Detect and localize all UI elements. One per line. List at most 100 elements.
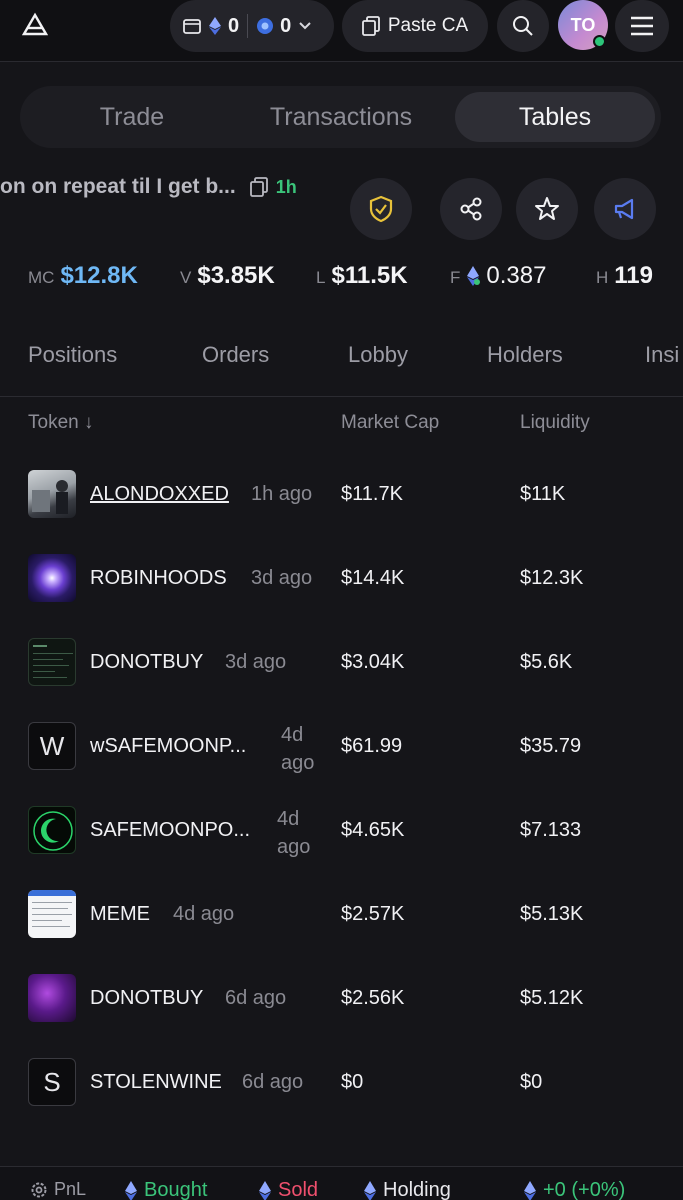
column-header-liquidity[interactable]: Liquidity bbox=[520, 412, 590, 434]
token-name[interactable]: ALONDOXXED bbox=[90, 483, 229, 506]
table-row[interactable]: SAFEMOONPO... 4d ago $4.65K $7.133 bbox=[0, 789, 683, 873]
table-subtabs: Positions Orders Lobby Holders Insi bbox=[0, 342, 683, 382]
stat-volume: V $3.85K bbox=[180, 262, 275, 290]
liquidity: $7.133 bbox=[520, 819, 582, 841]
token-name[interactable]: DONOTBUY bbox=[90, 987, 203, 1010]
token-age: 4d ago bbox=[173, 903, 235, 925]
market-cap: $11.7K bbox=[341, 483, 403, 505]
sold-stat: Sold bbox=[258, 1179, 318, 1200]
tab-trade[interactable]: Trade bbox=[26, 92, 238, 142]
token-age: 6d ago bbox=[242, 1071, 304, 1093]
stat-label: MC bbox=[28, 268, 55, 287]
liquidity: $12.3K bbox=[520, 567, 584, 589]
token-name[interactable]: MEME bbox=[90, 903, 150, 926]
holding-label: Holding bbox=[383, 1179, 451, 1200]
table-row[interactable]: ALONDOXXED 1h ago $11.7K $11K bbox=[0, 453, 683, 537]
stat-value: 119 bbox=[614, 262, 653, 289]
liquidity: $11K bbox=[520, 483, 566, 505]
logo-icon[interactable] bbox=[22, 12, 48, 38]
pnl-label: PnL bbox=[54, 1179, 87, 1199]
token-age: 4d ago bbox=[277, 808, 311, 858]
wallet-balance-button[interactable]: 0 0 bbox=[170, 0, 334, 52]
avatar[interactable]: TO bbox=[558, 0, 608, 50]
subtab-lobby[interactable]: Lobby bbox=[348, 342, 408, 368]
pnl-footer: PnL Bought Sold Holding +0 (+0%) bbox=[0, 1166, 683, 1200]
gear-icon bbox=[31, 1182, 47, 1197]
subtab-insiders[interactable]: Insi bbox=[645, 342, 679, 368]
pnl-value: +0 (+0%) bbox=[543, 1179, 626, 1200]
token-name[interactable]: STOLENWINE bbox=[90, 1071, 222, 1094]
paste-ca-button[interactable]: Paste CA bbox=[342, 0, 488, 52]
token-letter-avatar: S bbox=[28, 1058, 76, 1106]
token-title: on on repeat til I get b... bbox=[0, 175, 236, 198]
token-name[interactable]: SAFEMOONPO... bbox=[90, 819, 250, 842]
table-row[interactable]: W wSAFEMOONP... 4d ago $61.99 $35.79 bbox=[0, 705, 683, 789]
token-name[interactable]: ROBINHOODS bbox=[90, 567, 227, 590]
wallet-secondary-balance: 0 bbox=[280, 14, 292, 37]
holding-stat: Holding bbox=[363, 1179, 451, 1200]
divider bbox=[0, 396, 683, 397]
share-button[interactable] bbox=[440, 178, 502, 240]
copy-icon[interactable] bbox=[249, 177, 268, 197]
liquidity: $5.6K bbox=[520, 651, 573, 673]
promote-button[interactable] bbox=[594, 178, 656, 240]
tab-transactions[interactable]: Transactions bbox=[238, 92, 444, 142]
subtab-positions[interactable]: Positions bbox=[28, 342, 117, 368]
token-name[interactable]: wSAFEMOONP... bbox=[90, 735, 246, 758]
table-row[interactable]: DONOTBUY 6d ago $2.56K $5.12K bbox=[0, 957, 683, 1041]
market-cap: $2.57K bbox=[341, 903, 405, 925]
security-button[interactable] bbox=[350, 178, 412, 240]
liquidity: $35.79 bbox=[520, 735, 582, 757]
wallet-icon bbox=[183, 19, 201, 34]
menu-button[interactable] bbox=[615, 0, 669, 52]
column-header-market-cap[interactable]: Market Cap bbox=[341, 412, 439, 434]
token-thumbnail bbox=[28, 806, 76, 854]
eth-icon bbox=[467, 266, 481, 286]
eth-icon bbox=[209, 17, 221, 35]
table-row[interactable]: MEME 4d ago $2.57K $5.13K bbox=[0, 873, 683, 957]
token-name[interactable]: DONOTBUY bbox=[90, 651, 203, 674]
main-tabs: Trade Transactions Tables bbox=[20, 86, 661, 148]
pnl-settings[interactable]: PnL bbox=[30, 1179, 86, 1200]
table-header: Token ↓ Market Cap Liquidity bbox=[0, 412, 683, 442]
megaphone-icon bbox=[614, 198, 634, 220]
stat-market-cap: MC $12.8K bbox=[28, 262, 138, 290]
divider bbox=[247, 14, 249, 38]
copy-icon bbox=[361, 16, 380, 36]
token-thumbnail bbox=[28, 554, 76, 602]
market-cap: $4.65K bbox=[341, 819, 405, 841]
stat-value: $11.5K bbox=[331, 262, 408, 289]
subtab-holders[interactable]: Holders bbox=[487, 342, 563, 368]
table-row[interactable]: DONOTBUY 3d ago $3.04K $5.6K bbox=[0, 621, 683, 705]
column-header-token[interactable]: Token ↓ bbox=[28, 412, 93, 434]
stat-value: $3.85K bbox=[197, 262, 275, 289]
stat-liquidity: L $11.5K bbox=[316, 262, 408, 290]
table-row[interactable]: ROBINHOODS 3d ago $14.4K $12.3K bbox=[0, 537, 683, 621]
wallet-eth-balance: 0 bbox=[228, 14, 240, 37]
eth-icon bbox=[524, 1180, 536, 1200]
online-status-dot bbox=[593, 35, 606, 48]
token-thumbnail bbox=[28, 974, 76, 1022]
stat-value: $12.8K bbox=[60, 262, 138, 289]
token-stats: MC $12.8K V $3.85K L $11.5K F 0.387 H 11… bbox=[0, 262, 683, 302]
stat-label: L bbox=[316, 268, 326, 287]
token-age: 3d ago bbox=[251, 567, 313, 589]
gas-icon bbox=[257, 18, 274, 34]
sold-label: Sold bbox=[278, 1179, 319, 1200]
liquidity: $0 bbox=[520, 1071, 543, 1093]
favorite-button[interactable] bbox=[516, 178, 578, 240]
table-row[interactable]: S STOLENWINE 6d ago $0 $0 bbox=[0, 1041, 683, 1125]
token-thumbnail bbox=[28, 638, 76, 686]
paste-ca-label: Paste CA bbox=[387, 15, 469, 36]
search-button[interactable] bbox=[497, 0, 549, 52]
tab-tables[interactable]: Tables bbox=[455, 92, 655, 142]
pnl-value-stat: +0 (+0%) bbox=[523, 1179, 625, 1200]
subtab-orders[interactable]: Orders bbox=[202, 342, 269, 368]
eth-icon bbox=[364, 1180, 376, 1200]
market-cap: $0 bbox=[341, 1071, 364, 1093]
token-age: 4d ago bbox=[281, 724, 315, 774]
stat-holders: H 119 bbox=[596, 262, 653, 290]
market-cap: $61.99 bbox=[341, 735, 403, 757]
stat-label: H bbox=[596, 268, 609, 287]
token-thumbnail bbox=[28, 470, 76, 518]
